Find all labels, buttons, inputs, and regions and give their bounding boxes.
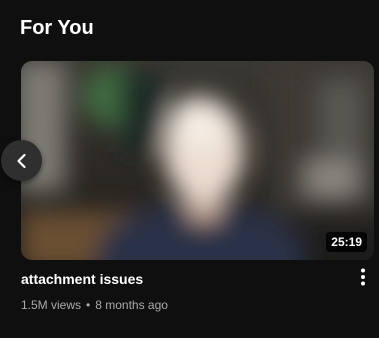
previous-button[interactable]: [1, 140, 42, 181]
thumbnail-image: [21, 61, 374, 260]
video-metadata: 1.5M views • 8 months ago: [21, 297, 168, 313]
for-you-shelf: For You 25:19 attachment issues 1.5M vie…: [0, 0, 379, 338]
view-count: 1.5M views: [21, 298, 82, 312]
chevron-left-icon: [16, 153, 26, 168]
more-options-button[interactable]: [352, 266, 374, 288]
video-title[interactable]: attachment issues: [21, 270, 143, 288]
meta-separator: •: [86, 298, 91, 312]
upload-age: 8 months ago: [95, 298, 168, 312]
more-vertical-icon: [361, 268, 365, 286]
video-thumbnail[interactable]: 25:19: [21, 61, 374, 260]
section-title: For You: [20, 17, 94, 39]
duration-badge: 25:19: [326, 232, 367, 252]
